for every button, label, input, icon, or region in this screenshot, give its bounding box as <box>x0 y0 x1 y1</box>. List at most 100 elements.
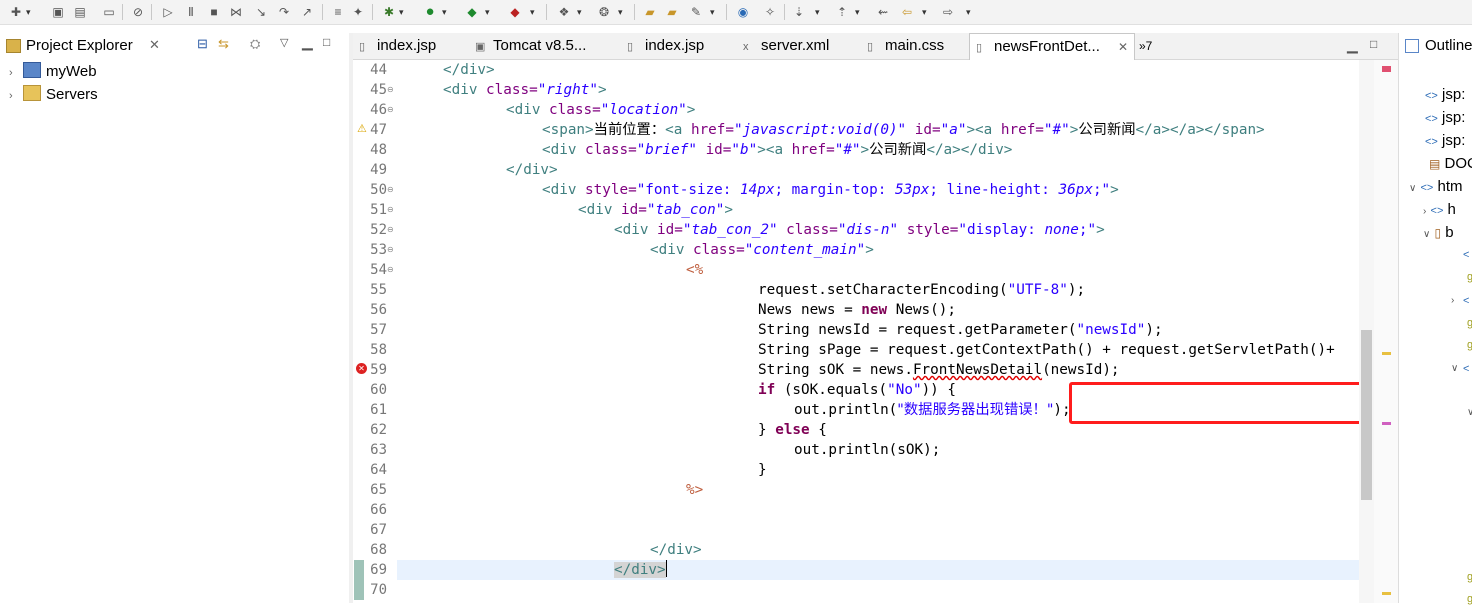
tab-main-css[interactable]: ▯ main.css <box>861 33 971 59</box>
fold-toggle-icon[interactable]: ⊖ <box>387 240 394 260</box>
warning-icon[interactable]: ⚠ <box>357 122 367 135</box>
open-type-icon[interactable]: ❂ <box>596 4 612 20</box>
maximize-icon[interactable]: □ <box>323 35 330 49</box>
open-folder-icon[interactable]: ▰ <box>664 4 680 20</box>
drop-frame-icon[interactable]: ≡ <box>330 4 346 20</box>
vertical-scrollbar[interactable] <box>1359 60 1374 603</box>
chevron-right-icon[interactable]: › <box>9 62 23 84</box>
scrollbar-thumb[interactable] <box>1361 330 1372 500</box>
step-into-icon[interactable]: ↘ <box>253 4 269 20</box>
save-all-icon[interactable]: ▤ <box>72 4 88 20</box>
chevron-down-icon[interactable]: ∨ <box>1423 229 1430 240</box>
error-icon[interactable]: ✕ <box>356 363 367 374</box>
skip-breakpoints-icon[interactable]: ⊘ <box>130 4 146 20</box>
outline-item[interactable]: <> jsp: <box>1425 84 1465 106</box>
chevron-down-icon[interactable]: ▾ <box>966 4 974 20</box>
error-marker-icon[interactable] <box>1382 66 1391 72</box>
fold-toggle-icon[interactable]: ⊖ <box>387 200 394 220</box>
search-icon[interactable]: ✎ <box>688 4 704 20</box>
new-java-project-icon[interactable]: ❖ <box>556 4 572 20</box>
next-annotation-icon[interactable]: ⇣ <box>791 4 807 20</box>
overview-ruler[interactable] <box>1374 60 1398 603</box>
chevron-down-icon[interactable]: ▾ <box>530 4 538 20</box>
step-return-icon[interactable]: ↗ <box>299 4 315 20</box>
save-icon[interactable]: ▣ <box>50 4 66 20</box>
outline-item[interactable]: <> jsp: <box>1425 130 1465 152</box>
toggle-mark-icon[interactable]: ✧ <box>762 4 778 20</box>
link-with-editor-icon[interactable]: ⇆ <box>218 36 229 52</box>
tab-newsfrontdetail[interactable]: ▯ newsFrontDet... ✕ <box>969 33 1135 60</box>
fold-toggle-icon[interactable]: ⊖ <box>387 220 394 240</box>
outline-item[interactable]: › <> h <box>1423 199 1456 221</box>
step-over-icon[interactable]: ↷ <box>276 4 292 20</box>
outline-item[interactable]: <> jsp: <box>1425 107 1465 129</box>
open-task-icon[interactable]: ▰ <box>642 4 658 20</box>
filter-icon[interactable]: ⛭ <box>250 36 260 52</box>
chevron-down-icon[interactable]: ▾ <box>922 4 930 20</box>
outline-item[interactable]: ▤ DOC <box>1429 153 1472 175</box>
last-edit-icon[interactable]: ⇜ <box>875 4 891 20</box>
tab-tomcat[interactable]: ▣ Tomcat v8.5... <box>469 33 613 59</box>
tab-server-xml[interactable]: x server.xml <box>737 33 857 59</box>
code-line: <div id="tab_con"> <box>578 202 733 218</box>
back-icon[interactable]: ⇦ <box>899 4 915 20</box>
outline-icon <box>1405 39 1419 53</box>
fold-toggle-icon[interactable]: ⊖ <box>387 180 394 200</box>
new-server-icon[interactable]: ◆ <box>464 4 480 20</box>
outline-item[interactable]: ∨ ▯ b <box>1423 222 1454 244</box>
line-number: 49 <box>370 162 387 178</box>
chevron-right-icon[interactable]: › <box>9 85 23 107</box>
outline-title[interactable]: Outline <box>1425 37 1472 54</box>
terminate-icon[interactable]: ■ <box>206 4 222 20</box>
close-icon[interactable]: ✕ <box>149 37 160 53</box>
chevron-down-icon[interactable]: ▾ <box>815 4 823 20</box>
run-last-icon[interactable]: ✦ <box>350 4 366 20</box>
minimize-icon[interactable]: ▁ <box>1347 37 1358 54</box>
print-icon[interactable]: ▭ <box>101 4 117 20</box>
chevron-down-icon[interactable]: ▾ <box>577 4 585 20</box>
tree-item-servers[interactable]: › Servers <box>9 84 98 106</box>
minimize-icon[interactable]: ▁ <box>302 34 313 51</box>
tab-overflow[interactable]: »7 <box>1133 33 1152 59</box>
chevron-down-icon[interactable]: ▾ <box>618 4 626 20</box>
tab-index-jsp-2[interactable]: ▯ index.jsp <box>621 33 731 59</box>
warning-marker-icon[interactable] <box>1382 592 1391 595</box>
chevron-down-icon[interactable]: ▾ <box>26 4 34 20</box>
tree-item-myweb[interactable]: › myWeb <box>9 61 97 83</box>
chevron-right-icon[interactable]: › <box>1451 295 1454 306</box>
text-node-icon: g <box>1467 571 1472 583</box>
maximize-icon[interactable]: □ <box>1370 37 1377 51</box>
external-tools-icon[interactable]: ◆ <box>507 4 523 20</box>
debug-icon[interactable]: ✱ <box>381 4 397 20</box>
fold-toggle-icon[interactable]: ⊖ <box>387 260 394 280</box>
forward-icon[interactable]: ⇨ <box>940 4 956 20</box>
view-menu-icon[interactable]: ▽ <box>280 36 288 49</box>
globe-icon[interactable]: ◉ <box>735 4 751 20</box>
project-explorer-title[interactable]: Project Explorer <box>26 37 133 54</box>
chevron-down-icon[interactable]: ▾ <box>399 4 407 20</box>
collapse-all-icon[interactable]: ⊟ <box>197 36 208 52</box>
fold-toggle-icon[interactable]: ⊖ <box>387 100 394 120</box>
previous-annotation-icon[interactable]: ⇡ <box>834 4 850 20</box>
close-icon[interactable]: ✕ <box>1118 34 1128 60</box>
tab-index-jsp[interactable]: ▯ index.jsp <box>353 33 473 59</box>
outline-item[interactable]: ∨ <> htm <box>1409 176 1463 198</box>
chevron-down-icon[interactable]: ▾ <box>710 4 718 20</box>
run-icon[interactable]: ● <box>422 4 438 20</box>
element-icon: < <box>1463 363 1470 375</box>
chevron-right-icon[interactable]: › <box>1423 206 1426 217</box>
warning-marker-icon[interactable] <box>1382 352 1391 355</box>
error-marker-icon[interactable] <box>1382 422 1391 425</box>
disconnect-icon[interactable]: ⋈ <box>228 4 244 20</box>
chevron-down-icon[interactable]: ▾ <box>855 4 863 20</box>
chevron-down-icon[interactable]: ∨ <box>1409 183 1416 194</box>
fold-toggle-icon[interactable]: ⊖ <box>387 80 394 100</box>
resume-icon[interactable]: ▷ <box>160 4 176 20</box>
new-icon[interactable]: ✚ <box>8 4 24 20</box>
suspend-icon[interactable]: Ⅱ <box>183 4 199 20</box>
chevron-down-icon[interactable]: ▾ <box>442 4 450 20</box>
chevron-down-icon[interactable]: ∨ <box>1451 363 1458 374</box>
chevron-down-icon[interactable]: ▾ <box>485 4 493 20</box>
code-area[interactable]: </div> <div class="right"> <div class="l… <box>398 60 1358 603</box>
chevron-down-icon[interactable]: ∨ <box>1467 407 1472 418</box>
